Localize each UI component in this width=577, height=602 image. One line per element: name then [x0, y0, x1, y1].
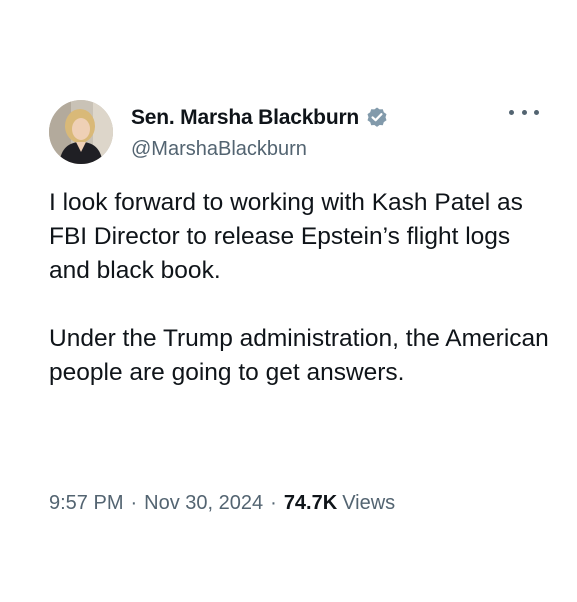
avatar[interactable] — [49, 100, 113, 164]
profile-photo-icon — [49, 100, 113, 164]
post-date[interactable]: Nov 30, 2024 — [144, 492, 263, 515]
more-dot — [534, 109, 539, 115]
views-label[interactable]: Views — [342, 492, 395, 515]
display-name[interactable]: Sen. Marsha Blackburn — [131, 106, 359, 130]
post-time[interactable]: 9:57 PM — [49, 492, 123, 515]
user-handle[interactable]: @MarshaBlackburn — [131, 138, 389, 161]
views-count[interactable]: 74.7K — [284, 492, 337, 515]
verified-badge-icon — [365, 106, 389, 130]
more-dot — [509, 109, 514, 115]
tweet-card: Sen. Marsha Blackburn @MarshaBlackburn I… — [0, 0, 577, 602]
more-options-icon[interactable] — [509, 102, 539, 122]
tweet-text: I look forward to working with Kash Pate… — [49, 186, 549, 390]
tweet-paragraph: I look forward to working with Kash Pate… — [49, 189, 523, 284]
more-dot — [521, 109, 527, 115]
separator: · — [130, 492, 138, 514]
author-info: Sen. Marsha Blackburn @MarshaBlackburn — [131, 104, 389, 161]
tweet-paragraph: Under the Trump administration, the Amer… — [49, 325, 549, 386]
tweet-metadata: 9:57 PM · Nov 30, 2024 · 74.7K Views — [49, 492, 395, 515]
display-name-row: Sen. Marsha Blackburn — [131, 104, 389, 132]
tweet-header: Sen. Marsha Blackburn @MarshaBlackburn — [49, 96, 539, 166]
separator: · — [270, 492, 277, 514]
